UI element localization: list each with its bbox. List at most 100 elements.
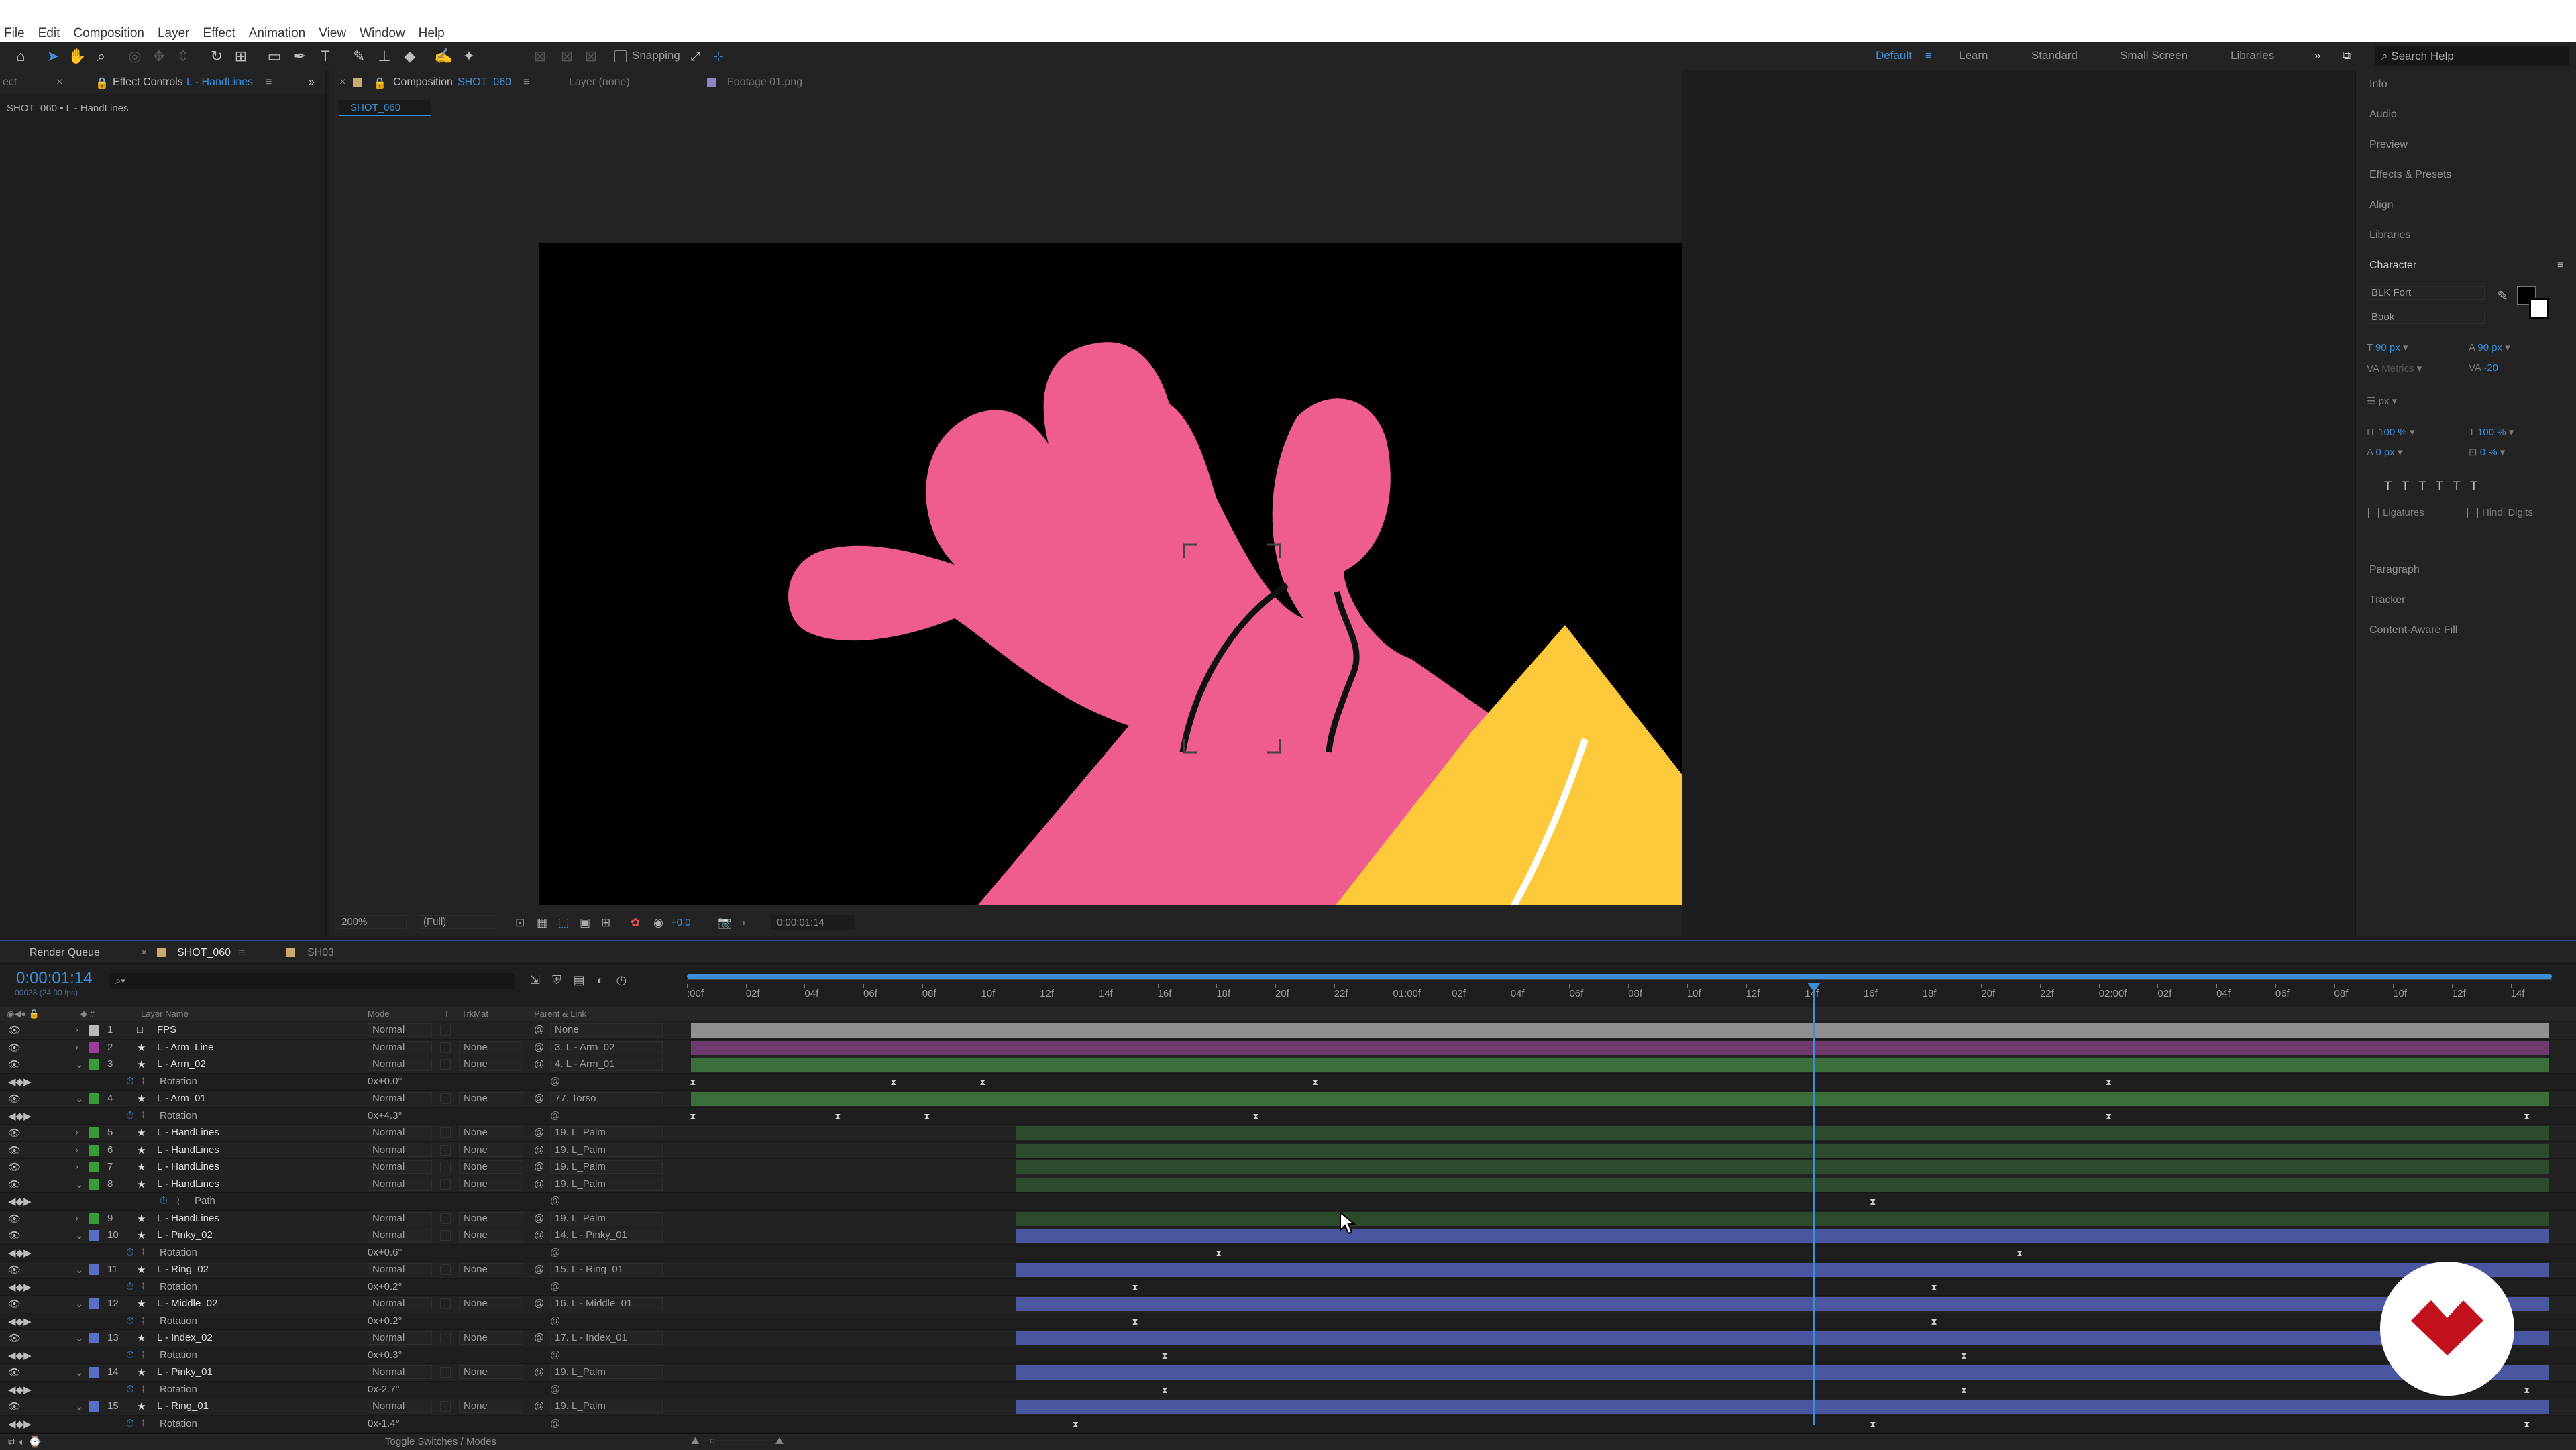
- stopwatch-icon[interactable]: ⏱: [126, 1418, 134, 1429]
- keyframe[interactable]: ⧗: [1870, 1419, 1876, 1429]
- stopwatch-icon[interactable]: ⏱: [126, 1349, 134, 1361]
- layer-row[interactable]: 👁 › 2 ★ L - Arm_Line Normal None @3. L - Arm_02: [0, 1039, 2576, 1056]
- exposure-reset-icon[interactable]: ◉: [653, 916, 663, 930]
- composition-viewer[interactable]: [539, 243, 1682, 905]
- stopwatch-icon[interactable]: ⏱: [126, 1076, 134, 1087]
- audio-panel[interactable]: Audio: [2369, 109, 2397, 121]
- property-value[interactable]: 0x+0.2°: [368, 1315, 402, 1327]
- panel-menu-icon[interactable]: ≡: [523, 76, 529, 89]
- menu-edit[interactable]: Edit: [38, 26, 60, 41]
- layer-name[interactable]: L - Middle_02: [157, 1298, 217, 1309]
- libraries-panel[interactable]: Libraries: [2369, 229, 2410, 241]
- layer-duration-bar[interactable]: [1016, 1177, 2549, 1192]
- parent-dropdown[interactable]: 77. Torso: [550, 1092, 663, 1105]
- graph-icon[interactable]: ⌇: [141, 1247, 146, 1259]
- eraser-tool-icon[interactable]: ◆: [400, 46, 420, 66]
- trkmat-dropdown[interactable]: None: [459, 1126, 523, 1139]
- trkmat-dropdown[interactable]: None: [459, 1160, 523, 1174]
- effects-presets-panel[interactable]: Effects & Presets: [2369, 169, 2451, 181]
- keyframe[interactable]: ⧗: [1312, 1077, 1319, 1087]
- keyframe[interactable]: ⧗: [2106, 1111, 2112, 1121]
- twirl-icon[interactable]: ⌄: [75, 1400, 84, 1412]
- eye-icon[interactable]: 👁: [8, 1264, 21, 1276]
- label-color-swatch[interactable]: [89, 1093, 99, 1104]
- workspace-menu-icon[interactable]: ≡: [1925, 49, 1932, 62]
- keyframe[interactable]: ⧗: [1132, 1282, 1138, 1292]
- axis-mode-icon[interactable]: ⊠: [530, 46, 550, 66]
- lock-icon[interactable]: 🔒: [95, 76, 109, 90]
- graph-icon[interactable]: ⌇: [141, 1349, 146, 1361]
- property-row[interactable]: ◀◆▶ ⏱ ⌇ Path @ ⧗: [0, 1193, 2576, 1211]
- label-color-swatch[interactable]: [89, 1059, 99, 1070]
- keyframe[interactable]: ⧗: [690, 1111, 696, 1121]
- property-value[interactable]: 0x+4.3°: [368, 1110, 402, 1121]
- parent-dropdown[interactable]: 19. L_Palm: [550, 1160, 663, 1174]
- pen-tool-icon[interactable]: ✒: [290, 46, 310, 66]
- property-row[interactable]: ◀◆▶ ⏱ ⌇ Rotation 0x+0.3° @ ⧗ ⧗: [0, 1347, 2576, 1364]
- layer-row[interactable]: 👁 ⌄ 14 ★ L - Pinky_01 Normal None @19. L_Palm: [0, 1364, 2576, 1382]
- layer-row[interactable]: 👁 ⌄ 15 ★ L - Ring_01 Normal None @19. L_Palm: [0, 1398, 2576, 1416]
- mode-header[interactable]: Mode: [368, 1009, 390, 1019]
- twirl-icon[interactable]: ⌄: [75, 1298, 84, 1310]
- mode-dropdown[interactable]: Normal: [368, 1143, 432, 1157]
- layer-duration-bar[interactable]: [691, 1023, 2549, 1038]
- label-color-swatch[interactable]: [89, 1213, 99, 1224]
- trkmat-dropdown[interactable]: None: [459, 1040, 523, 1054]
- property-row[interactable]: ◀◆▶ ⏱ ⌇ Rotation 0x-2.7° @ ⧗ ⧗ ⧗: [0, 1381, 2576, 1398]
- snapshot-icon[interactable]: 📷: [718, 916, 732, 930]
- mode-dropdown[interactable]: Normal: [368, 1211, 432, 1225]
- graph-icon[interactable]: ⌇: [141, 1384, 146, 1396]
- twirl-icon[interactable]: ⌄: [75, 1229, 84, 1241]
- keyframe[interactable]: ⧗: [1072, 1419, 1079, 1429]
- zoom-dropdown[interactable]: 200%: [337, 915, 407, 929]
- layer-name-header[interactable]: Layer Name: [141, 1009, 189, 1019]
- label-color-swatch[interactable]: [89, 1401, 99, 1412]
- pick-whip-icon[interactable]: @: [534, 1178, 544, 1190]
- brush-tool-icon[interactable]: ✎: [349, 46, 369, 66]
- expression-pick-whip-icon[interactable]: @: [550, 1384, 560, 1395]
- content-aware-fill-panel[interactable]: Content-Aware Fill: [2369, 624, 2457, 636]
- twirl-icon[interactable]: ›: [75, 1213, 78, 1224]
- stopwatch-icon[interactable]: ⏱: [126, 1384, 134, 1395]
- workspace-toggle-icon[interactable]: ⧉: [2343, 49, 2351, 62]
- timeline-switches-icons[interactable]: ⇲⛨▤◐◷: [530, 973, 639, 987]
- toggle-switches-modes[interactable]: Toggle Switches / Modes: [385, 1436, 496, 1447]
- property-row[interactable]: ◀◆▶ ⏱ ⌇ Rotation 0x-1.4° @ ⧗ ⧗ ⧗: [0, 1415, 2576, 1433]
- keyframe[interactable]: ⧗: [1216, 1248, 1222, 1258]
- label-color-swatch[interactable]: [89, 1333, 99, 1343]
- layer-tab[interactable]: Layer (none): [569, 76, 630, 89]
- layer-name[interactable]: L - Pinky_02: [157, 1229, 213, 1241]
- current-time-display[interactable]: 0:00:01:14: [771, 915, 855, 930]
- eye-icon[interactable]: 👁: [8, 1400, 21, 1412]
- menu-window[interactable]: Window: [360, 26, 405, 41]
- trkmat-dropdown[interactable]: None: [459, 1297, 523, 1310]
- parent-dropdown[interactable]: None: [550, 1023, 663, 1037]
- parent-dropdown[interactable]: 15. L - Ring_01: [550, 1263, 663, 1276]
- horizontal-scale-value[interactable]: 100 %: [2477, 427, 2506, 438]
- graph-icon[interactable]: ⌇: [141, 1281, 146, 1293]
- workspace-learn[interactable]: Learn: [1959, 49, 1988, 62]
- eye-icon[interactable]: 👁: [8, 1213, 21, 1225]
- render-queue-tab[interactable]: Render Queue: [30, 947, 100, 959]
- comp-subtab[interactable]: SHOT_060: [339, 100, 431, 116]
- twirl-icon[interactable]: ›: [75, 1127, 78, 1138]
- panel-menu-icon[interactable]: ≡: [266, 76, 272, 89]
- trkmat-dropdown[interactable]: None: [459, 1365, 523, 1379]
- panel-menu-icon[interactable]: ≡: [239, 947, 245, 959]
- layer-name[interactable]: L - Arm_Line: [157, 1042, 214, 1053]
- stopwatch-icon[interactable]: ⏱: [126, 1247, 134, 1258]
- label-color-swatch[interactable]: [89, 1025, 99, 1036]
- trkmat-dropdown[interactable]: None: [459, 1331, 523, 1345]
- pick-whip-icon[interactable]: @: [534, 1229, 544, 1241]
- keyframe[interactable]: ⧗: [690, 1077, 696, 1087]
- trkmat-header[interactable]: TrkMat: [462, 1009, 488, 1019]
- twirl-icon[interactable]: ›: [75, 1024, 78, 1036]
- eye-icon[interactable]: 👁: [8, 1058, 21, 1070]
- hand-tool-icon[interactable]: ✋: [67, 46, 87, 66]
- twirl-icon[interactable]: ›: [75, 1161, 78, 1172]
- layer-duration-bar[interactable]: [1016, 1400, 2549, 1414]
- property-value[interactable]: 0x+0.0°: [368, 1076, 402, 1087]
- lock-icon[interactable]: 🔒: [373, 76, 386, 90]
- parent-dropdown[interactable]: 19. L_Palm: [550, 1126, 663, 1139]
- keyframe[interactable]: ⧗: [2106, 1077, 2112, 1087]
